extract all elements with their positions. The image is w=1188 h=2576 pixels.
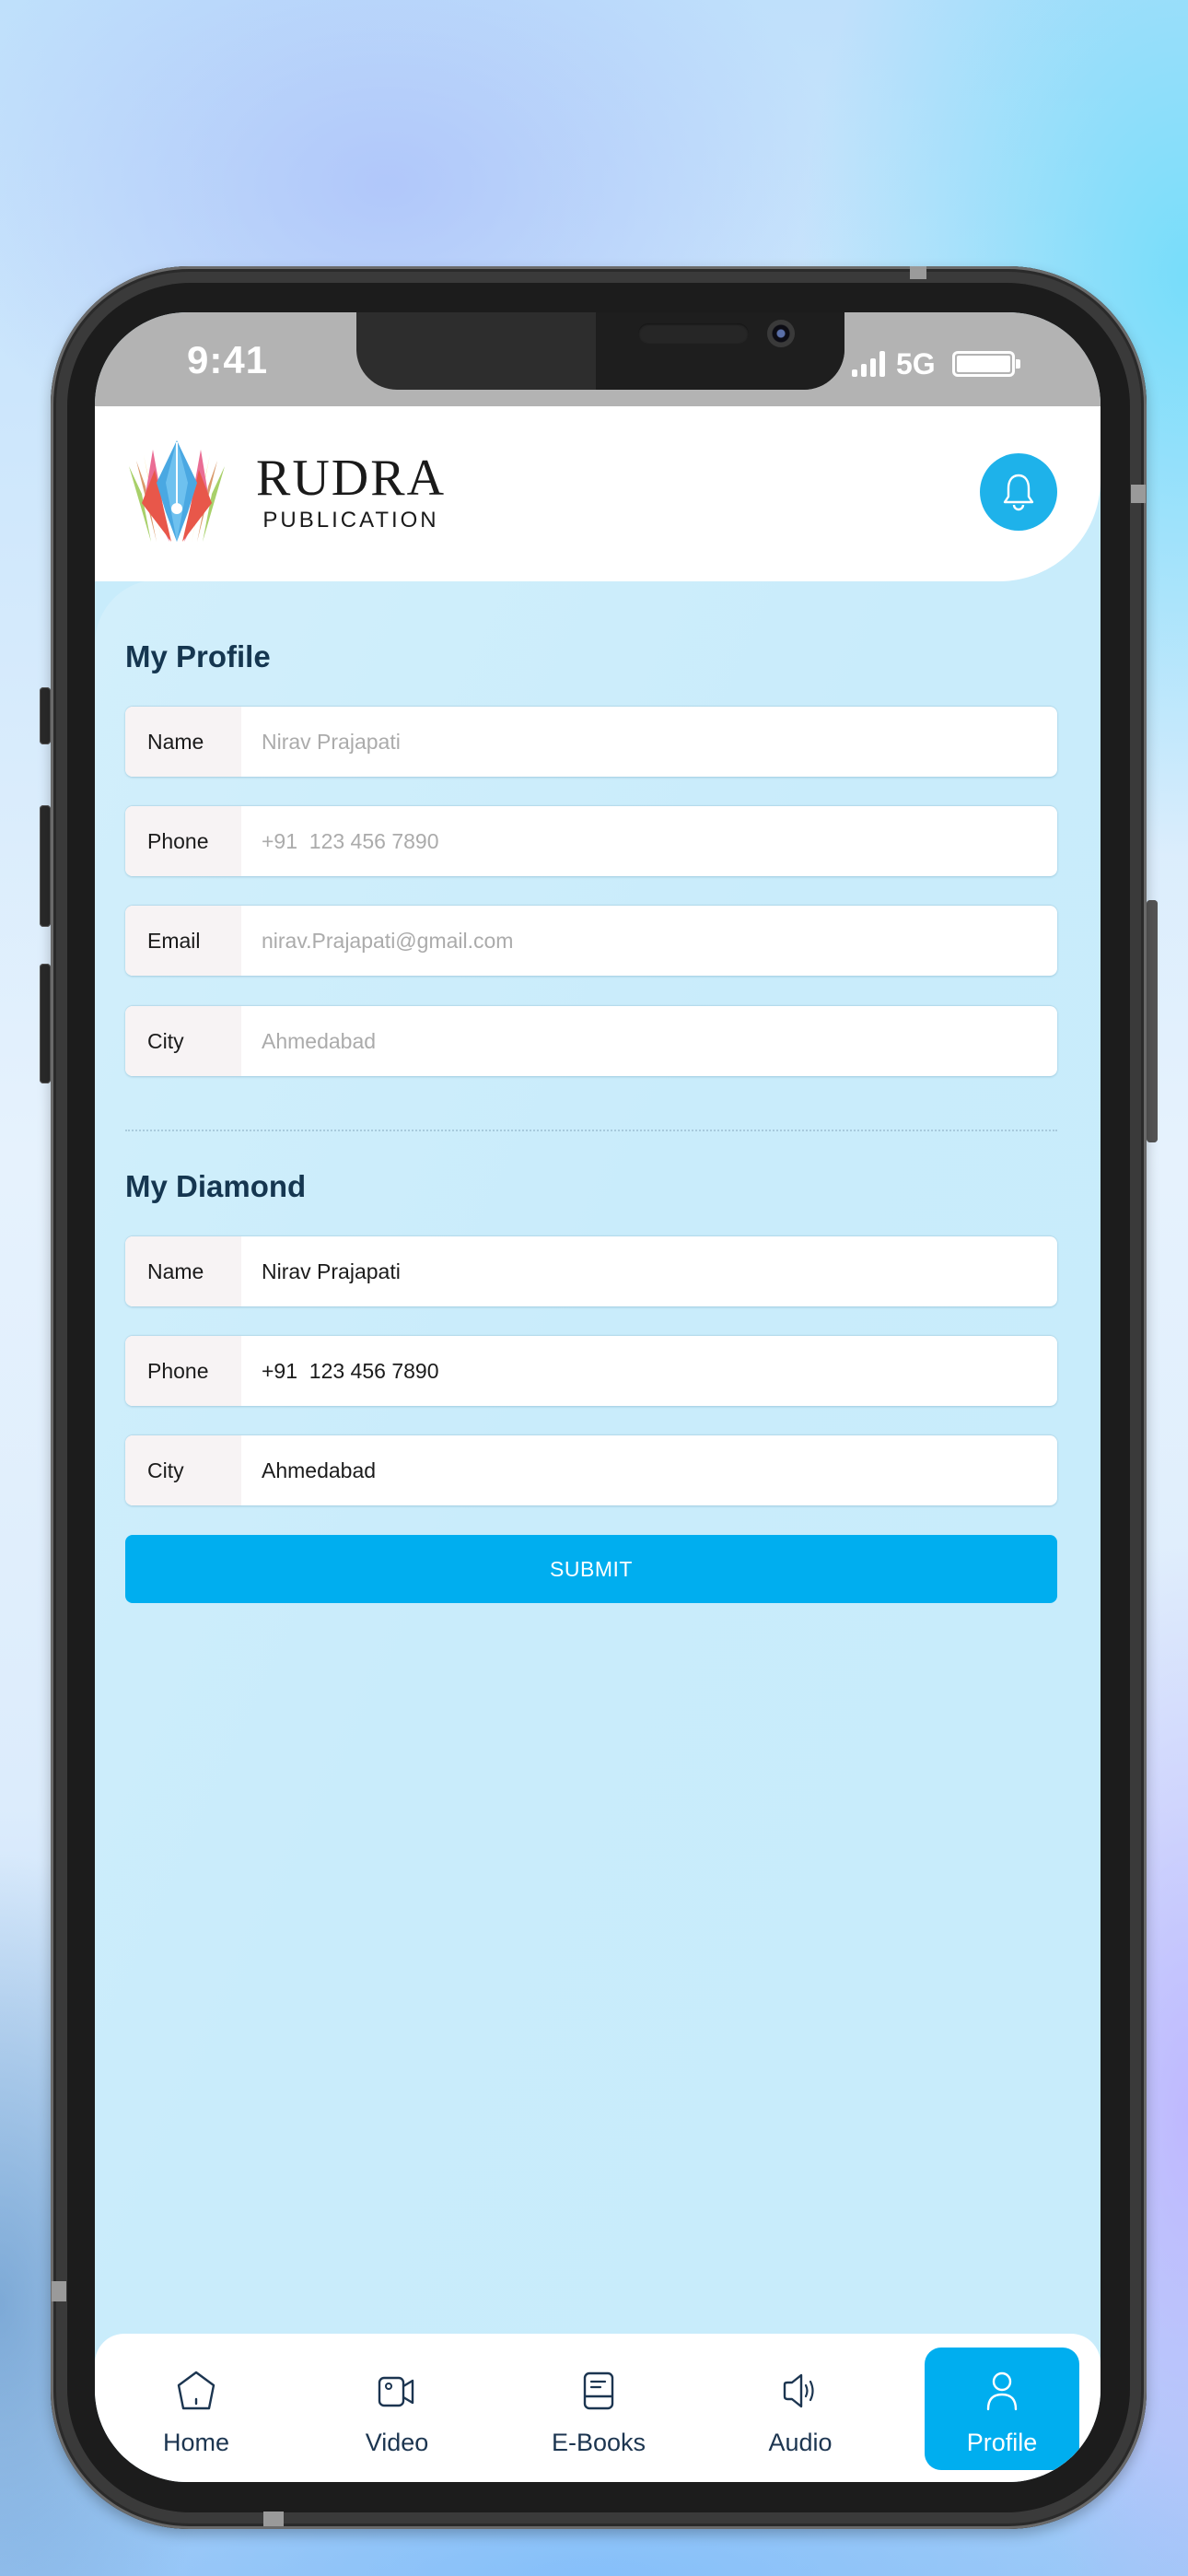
antenna-band: [910, 266, 926, 279]
nav-item-ebooks[interactable]: E-Books: [521, 2348, 676, 2470]
profile-name-field: Name: [125, 707, 1057, 777]
user-icon: [986, 2371, 1018, 2411]
app-screen: 9:41 5G RUDRA PUBLICATION My Profile Nam…: [95, 312, 1101, 2482]
nav-label: Audio: [768, 2429, 833, 2456]
book-icon: [583, 2371, 614, 2410]
diamond-phone-field: Phone: [125, 1336, 1057, 1406]
nav-item-audio[interactable]: Audio: [723, 2348, 878, 2470]
profile-name-input[interactable]: [241, 707, 1057, 777]
speaker-icon: [783, 2373, 814, 2408]
notifications-button[interactable]: [980, 453, 1057, 531]
field-label: Phone: [125, 1336, 241, 1406]
nav-label: Video: [365, 2429, 429, 2456]
profile-email-field: Email: [125, 906, 1057, 976]
antenna-band: [1131, 485, 1146, 503]
profile-city-field: City: [125, 1006, 1057, 1076]
nav-item-profile[interactable]: Profile: [925, 2348, 1079, 2470]
field-label: Name: [125, 1236, 241, 1306]
field-label: City: [125, 1006, 241, 1076]
diamond-city-input[interactable]: [241, 1435, 1057, 1505]
home-icon: [177, 2371, 215, 2410]
field-label: Email: [125, 906, 241, 976]
profile-phone-field: Phone: [125, 806, 1057, 876]
antenna-band: [263, 2512, 284, 2526]
earpiece-speaker: [638, 323, 749, 344]
notch: [356, 312, 844, 390]
nav-label: E-Books: [551, 2429, 646, 2456]
brand-subtitle: PUBLICATION: [262, 508, 439, 533]
field-label: Phone: [125, 806, 241, 876]
my-diamond-heading: My Diamond: [125, 1169, 307, 1203]
profile-email-input[interactable]: [241, 906, 1057, 976]
app-header: RUDRA PUBLICATION: [95, 406, 1101, 581]
phone-side-button: [40, 687, 51, 744]
phone-power-button: [1147, 900, 1158, 1142]
field-label: City: [125, 1435, 241, 1505]
diamond-city-field: City: [125, 1435, 1057, 1505]
status-indicators: 5G: [852, 345, 1020, 382]
pen-book-logo-icon: [129, 440, 225, 542]
profile-city-input[interactable]: [241, 1006, 1057, 1076]
network-type: 5G: [896, 346, 936, 381]
field-label: Name: [125, 707, 241, 777]
signal-icon: [852, 351, 885, 377]
submit-button[interactable]: SUBMIT: [125, 1535, 1057, 1603]
battery-icon: [951, 351, 1020, 377]
front-camera: [767, 320, 795, 347]
phone-volume-up-button: [40, 805, 51, 927]
diamond-name-field: Name: [125, 1236, 1057, 1306]
brand-title: RUDRA: [256, 450, 447, 507]
diamond-name-input[interactable]: [241, 1236, 1057, 1306]
diamond-phone-input[interactable]: [241, 1336, 1057, 1406]
video-camera-icon: [378, 2376, 414, 2407]
status-time: 9:41: [187, 338, 269, 381]
antenna-band: [52, 2281, 66, 2301]
bottom-nav: Home Video E-Books Audio Profile: [95, 2334, 1101, 2482]
brand-logo[interactable]: RUDRA PUBLICATION: [125, 439, 446, 547]
section-divider: [125, 1130, 1057, 1131]
my-profile-heading: My Profile: [125, 639, 271, 673]
profile-phone-input[interactable]: [241, 806, 1057, 876]
phone-volume-down-button: [40, 964, 51, 1083]
nav-label: Profile: [966, 2429, 1038, 2456]
nav-item-video[interactable]: Video: [320, 2348, 474, 2470]
nav-label: Home: [162, 2429, 230, 2456]
nav-item-home[interactable]: Home: [119, 2348, 274, 2470]
bell-icon: [1003, 474, 1034, 511]
